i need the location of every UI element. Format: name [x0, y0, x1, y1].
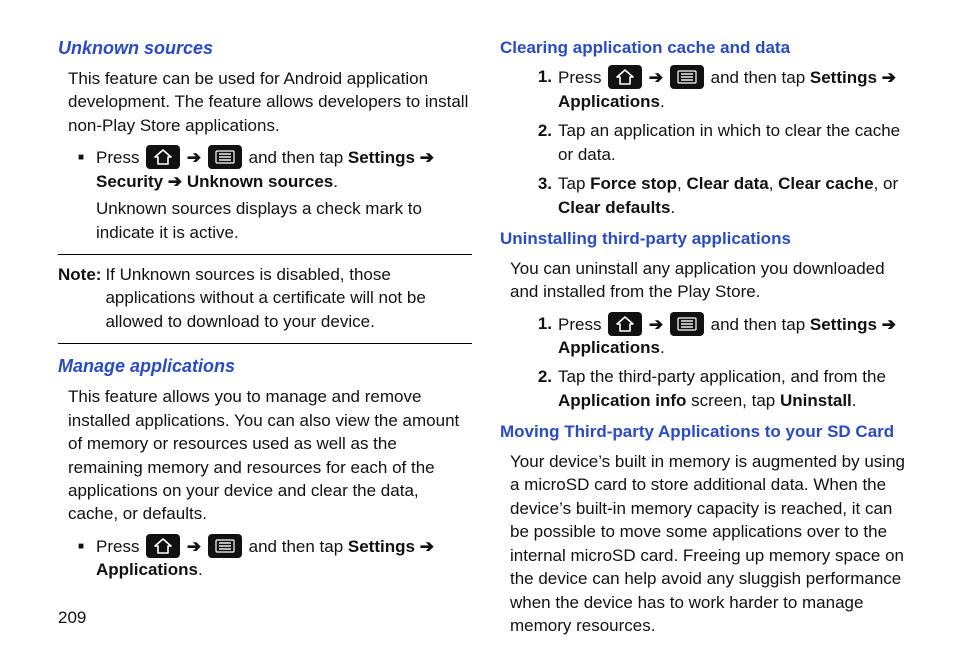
arrow-icon: ➔: [649, 315, 663, 334]
menu-icon: [670, 312, 704, 336]
sep: ,: [769, 174, 778, 193]
period: .: [670, 198, 675, 217]
bullet-square-icon: ■: [78, 145, 96, 193]
heading-clearing: Clearing application cache and data: [500, 36, 914, 59]
or-label: , or: [874, 174, 899, 193]
separator: [58, 254, 472, 255]
unknown-after: Unknown sources displays a check mark to…: [96, 197, 472, 244]
note-row: Note: If Unknown sources is disabled, th…: [58, 263, 472, 333]
step-body: Tap Force stop, Clear data, Clear cache,…: [558, 172, 914, 219]
arrow-icon: ➔: [882, 68, 896, 87]
settings-label: Settings: [348, 148, 415, 167]
note-label: Note:: [58, 263, 105, 333]
text: Tap the third-party application, and fro…: [558, 367, 886, 386]
manage-bullet-body: Press ➔ and then tap Settings ➔ Applicat…: [96, 534, 472, 582]
heading-manage-apps: Manage applications: [58, 354, 472, 379]
uninstall-label: Uninstall: [780, 391, 852, 410]
clearing-step-2: 2. Tap an application in which to clear …: [528, 119, 914, 166]
applications-label: Applications: [558, 92, 660, 111]
step-body: Tap an application in which to clear the…: [558, 119, 914, 166]
period: .: [198, 560, 203, 579]
clearing-step-1: 1. Press ➔ and then tap Settings ➔ Appli…: [528, 65, 914, 113]
clear-data-label: Clear data: [687, 174, 769, 193]
unknown-bullet-body: Press ➔ and then tap Settings ➔ Security…: [96, 145, 472, 193]
period: .: [333, 172, 338, 191]
step-number: 1.: [528, 65, 558, 113]
unknown-intro: This feature can be used for Android app…: [68, 67, 472, 137]
uninstall-step-1: 1. Press ➔ and then tap Settings ➔ Appli…: [528, 312, 914, 360]
heading-uninstalling: Uninstalling third-party applications: [500, 227, 914, 250]
unknown-sources-label: Unknown sources: [187, 172, 333, 191]
clearing-step-3: 3. Tap Force stop, Clear data, Clear cac…: [528, 172, 914, 219]
tap-lead: and then tap: [706, 315, 810, 334]
applications-label: Applications: [558, 338, 660, 357]
menu-icon: [208, 534, 242, 558]
tap-lead: and then tap: [706, 68, 810, 87]
text: screen, tap: [686, 391, 780, 410]
arrow-icon: ➔: [187, 537, 201, 556]
manual-page: Unknown sources This feature can be used…: [0, 0, 954, 665]
tap-lead: and then tap: [244, 537, 348, 556]
right-column: Clearing application cache and data 1. P…: [500, 36, 914, 645]
clear-defaults-label: Clear defaults: [558, 198, 670, 217]
uninstall-step-2: 2. Tap the third-party application, and …: [528, 365, 914, 412]
uninstall-intro: You can uninstall any application you do…: [510, 257, 914, 304]
press-label: Press: [96, 537, 144, 556]
period: .: [852, 391, 857, 410]
heading-moving: Moving Third-party Applications to your …: [500, 420, 914, 443]
step-body: Tap the third-party application, and fro…: [558, 365, 914, 412]
heading-unknown-sources: Unknown sources: [58, 36, 472, 61]
settings-label: Settings: [810, 315, 877, 334]
period: .: [660, 92, 665, 111]
arrow-icon: ➔: [882, 315, 896, 334]
step-number: 1.: [528, 312, 558, 360]
step-body: Press ➔ and then tap Settings ➔ Applicat…: [558, 312, 914, 360]
note-body: If Unknown sources is disabled, those ap…: [105, 263, 472, 333]
manage-bullet: ■ Press ➔ and then tap Settings ➔ Applic…: [78, 534, 472, 582]
unknown-bullet: ■ Press ➔ and then tap Settings ➔ Securi…: [78, 145, 472, 193]
arrow-icon: ➔: [168, 172, 182, 191]
arrow-icon: ➔: [420, 537, 434, 556]
step-number: 2.: [528, 119, 558, 166]
force-stop-label: Force stop: [590, 174, 677, 193]
arrow-icon: ➔: [649, 68, 663, 87]
separator: [58, 343, 472, 344]
arrow-icon: ➔: [187, 148, 201, 167]
security-label: Security: [96, 172, 163, 191]
tap-lead: and then tap: [244, 148, 348, 167]
home-icon: [146, 534, 180, 558]
home-icon: [608, 65, 642, 89]
settings-label: Settings: [348, 537, 415, 556]
sep: ,: [677, 174, 686, 193]
press-label: Press: [558, 68, 606, 87]
press-label: Press: [96, 148, 144, 167]
app-info-label: Application info: [558, 391, 686, 410]
left-column: Unknown sources This feature can be used…: [58, 36, 472, 645]
manage-intro: This feature allows you to manage and re…: [68, 385, 472, 526]
home-icon: [146, 145, 180, 169]
bullet-square-icon: ■: [78, 534, 96, 582]
tap-label: Tap: [558, 174, 590, 193]
home-icon: [608, 312, 642, 336]
arrow-icon: ➔: [420, 148, 434, 167]
press-label: Press: [558, 315, 606, 334]
period: .: [660, 338, 665, 357]
step-body: Press ➔ and then tap Settings ➔ Applicat…: [558, 65, 914, 113]
menu-icon: [208, 145, 242, 169]
menu-icon: [670, 65, 704, 89]
settings-label: Settings: [810, 68, 877, 87]
page-number: 209: [58, 606, 472, 629]
moving-body: Your device’s built in memory is augment…: [510, 450, 914, 638]
applications-label: Applications: [96, 560, 198, 579]
step-number: 3.: [528, 172, 558, 219]
clear-cache-label: Clear cache: [778, 174, 873, 193]
step-number: 2.: [528, 365, 558, 412]
